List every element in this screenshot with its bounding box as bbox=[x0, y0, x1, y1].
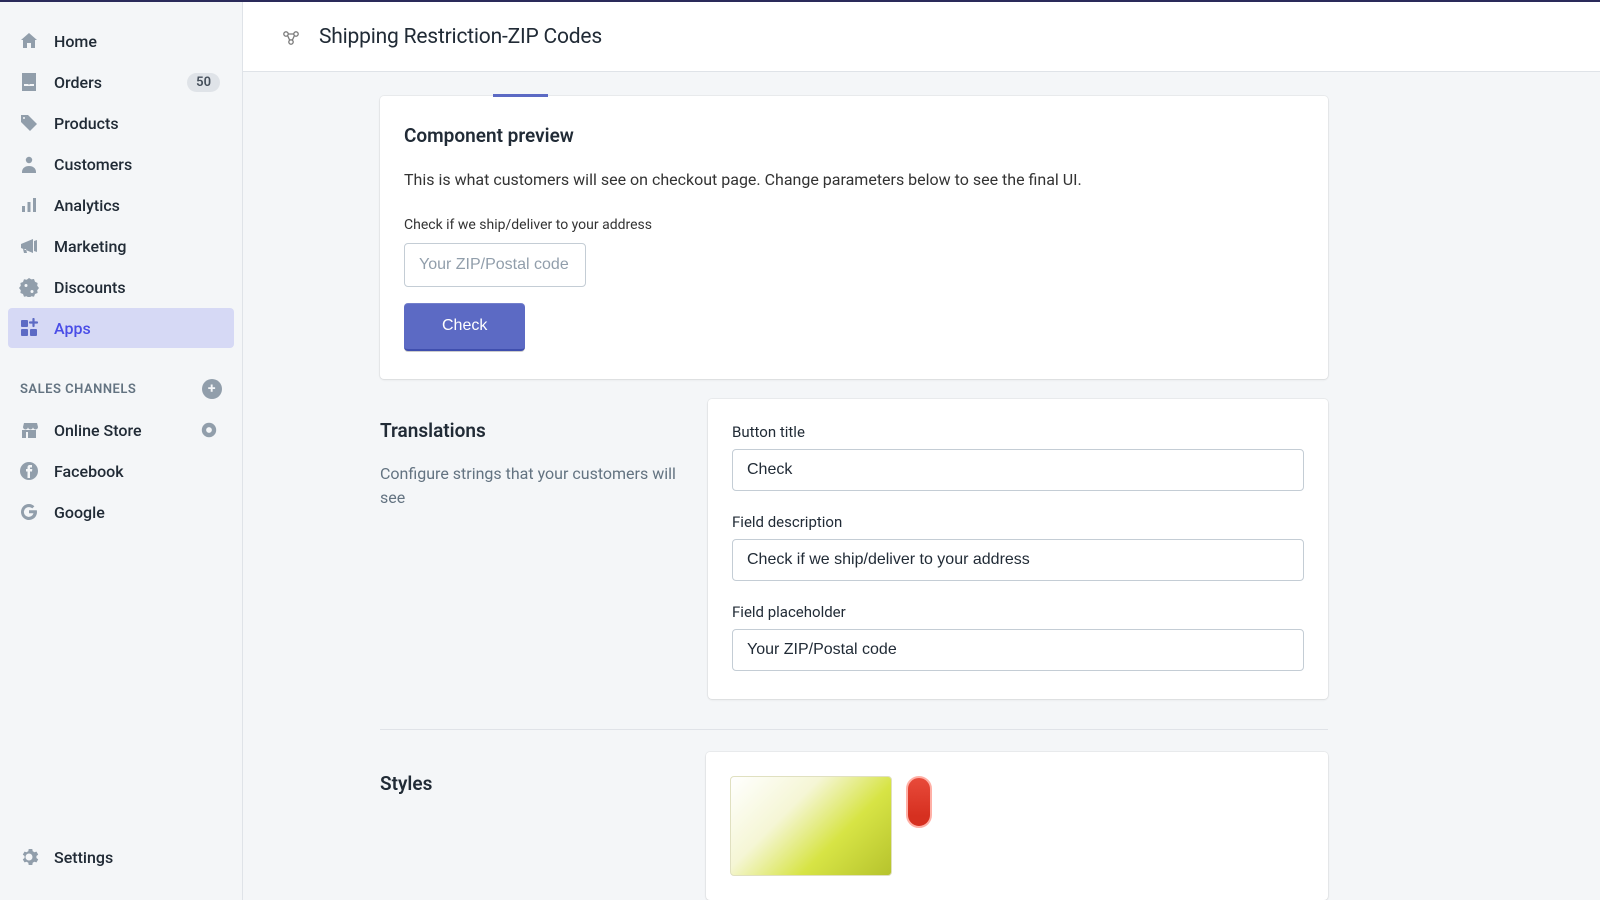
chart-bar-icon bbox=[18, 194, 40, 216]
sidebar-item-apps[interactable]: Apps bbox=[8, 308, 234, 348]
field-description-input[interactable] bbox=[732, 539, 1304, 581]
sidebar-item-label: Products bbox=[54, 114, 119, 133]
styles-heading: Styles bbox=[380, 772, 688, 795]
sidebar-item-products[interactable]: Products bbox=[8, 103, 234, 143]
check-button-preview[interactable]: Check bbox=[404, 303, 525, 351]
sidebar-item-label: Orders bbox=[54, 73, 102, 92]
sidebar-item-label: Home bbox=[54, 32, 97, 51]
google-icon bbox=[18, 501, 40, 523]
orders-icon bbox=[18, 71, 40, 93]
orders-badge: 50 bbox=[187, 73, 220, 92]
tab-indicator-remnant bbox=[380, 72, 1328, 96]
discount-icon bbox=[18, 276, 40, 298]
person-icon bbox=[18, 153, 40, 175]
sidebar-item-marketing[interactable]: Marketing bbox=[8, 226, 234, 266]
component-preview-card: Component preview This is what customers… bbox=[380, 96, 1328, 379]
sidebar-item-settings[interactable]: Settings bbox=[8, 837, 234, 877]
sidebar-item-discounts[interactable]: Discounts bbox=[8, 267, 234, 307]
sidebar-item-label: Facebook bbox=[54, 462, 124, 481]
translations-heading: Translations bbox=[380, 419, 688, 442]
sidebar-item-label: Settings bbox=[54, 848, 113, 867]
sidebar: Home Orders 50 Products Customers Analyt… bbox=[0, 2, 243, 900]
sidebar-channel-facebook[interactable]: Facebook bbox=[8, 451, 234, 491]
preview-field-label: Check if we ship/deliver to your address bbox=[404, 217, 1304, 233]
section-divider bbox=[380, 729, 1328, 730]
sidebar-item-label: Analytics bbox=[54, 196, 120, 215]
styles-card bbox=[706, 752, 1328, 900]
hue-slider[interactable] bbox=[906, 776, 932, 828]
main-column: Shipping Restriction-ZIP Codes Component… bbox=[243, 2, 1600, 900]
field-description-label: Field description bbox=[732, 513, 1304, 531]
translations-subtext: Configure strings that your customers wi… bbox=[380, 462, 688, 510]
app-icon bbox=[279, 25, 303, 49]
color-gradient-picker[interactable] bbox=[730, 776, 892, 876]
sidebar-item-label: Discounts bbox=[54, 278, 126, 297]
store-icon bbox=[18, 419, 40, 441]
sidebar-item-customers[interactable]: Customers bbox=[8, 144, 234, 184]
sidebar-item-label: Apps bbox=[54, 319, 91, 338]
apps-icon bbox=[18, 317, 40, 339]
sidebar-item-label: Marketing bbox=[54, 237, 126, 256]
translations-card: Button title Field description Field pla… bbox=[708, 399, 1328, 699]
gear-icon bbox=[18, 846, 40, 868]
sidebar-channel-google[interactable]: Google bbox=[8, 492, 234, 532]
eye-icon[interactable] bbox=[200, 421, 218, 439]
zip-input-preview[interactable] bbox=[404, 243, 586, 287]
tag-icon bbox=[18, 112, 40, 134]
sidebar-item-label: Google bbox=[54, 503, 105, 522]
megaphone-icon bbox=[18, 235, 40, 257]
sidebar-item-home[interactable]: Home bbox=[8, 21, 234, 61]
add-channel-button[interactable]: + bbox=[202, 379, 222, 399]
button-title-input[interactable] bbox=[732, 449, 1304, 491]
field-placeholder-label: Field placeholder bbox=[732, 603, 1304, 621]
sidebar-channel-online-store[interactable]: Online Store bbox=[8, 410, 234, 450]
sidebar-item-orders[interactable]: Orders 50 bbox=[8, 62, 234, 102]
sales-channels-heading: SALES CHANNELS + bbox=[0, 349, 242, 409]
sidebar-item-analytics[interactable]: Analytics bbox=[8, 185, 234, 225]
facebook-icon bbox=[18, 460, 40, 482]
styles-heading-column: Styles bbox=[380, 752, 688, 900]
translations-heading-column: Translations Configure strings that your… bbox=[380, 399, 688, 699]
content-scroll[interactable]: Component preview This is what customers… bbox=[243, 72, 1600, 900]
sidebar-item-label: Customers bbox=[54, 155, 132, 174]
sidebar-item-label: Online Store bbox=[54, 421, 142, 440]
field-placeholder-input[interactable] bbox=[732, 629, 1304, 671]
topbar: Shipping Restriction-ZIP Codes bbox=[243, 2, 1600, 72]
preview-heading: Component preview bbox=[404, 124, 1304, 147]
preview-description: This is what customers will see on check… bbox=[404, 169, 1304, 191]
button-title-label: Button title bbox=[732, 423, 1304, 441]
page-title: Shipping Restriction-ZIP Codes bbox=[319, 25, 602, 49]
home-icon bbox=[18, 30, 40, 52]
